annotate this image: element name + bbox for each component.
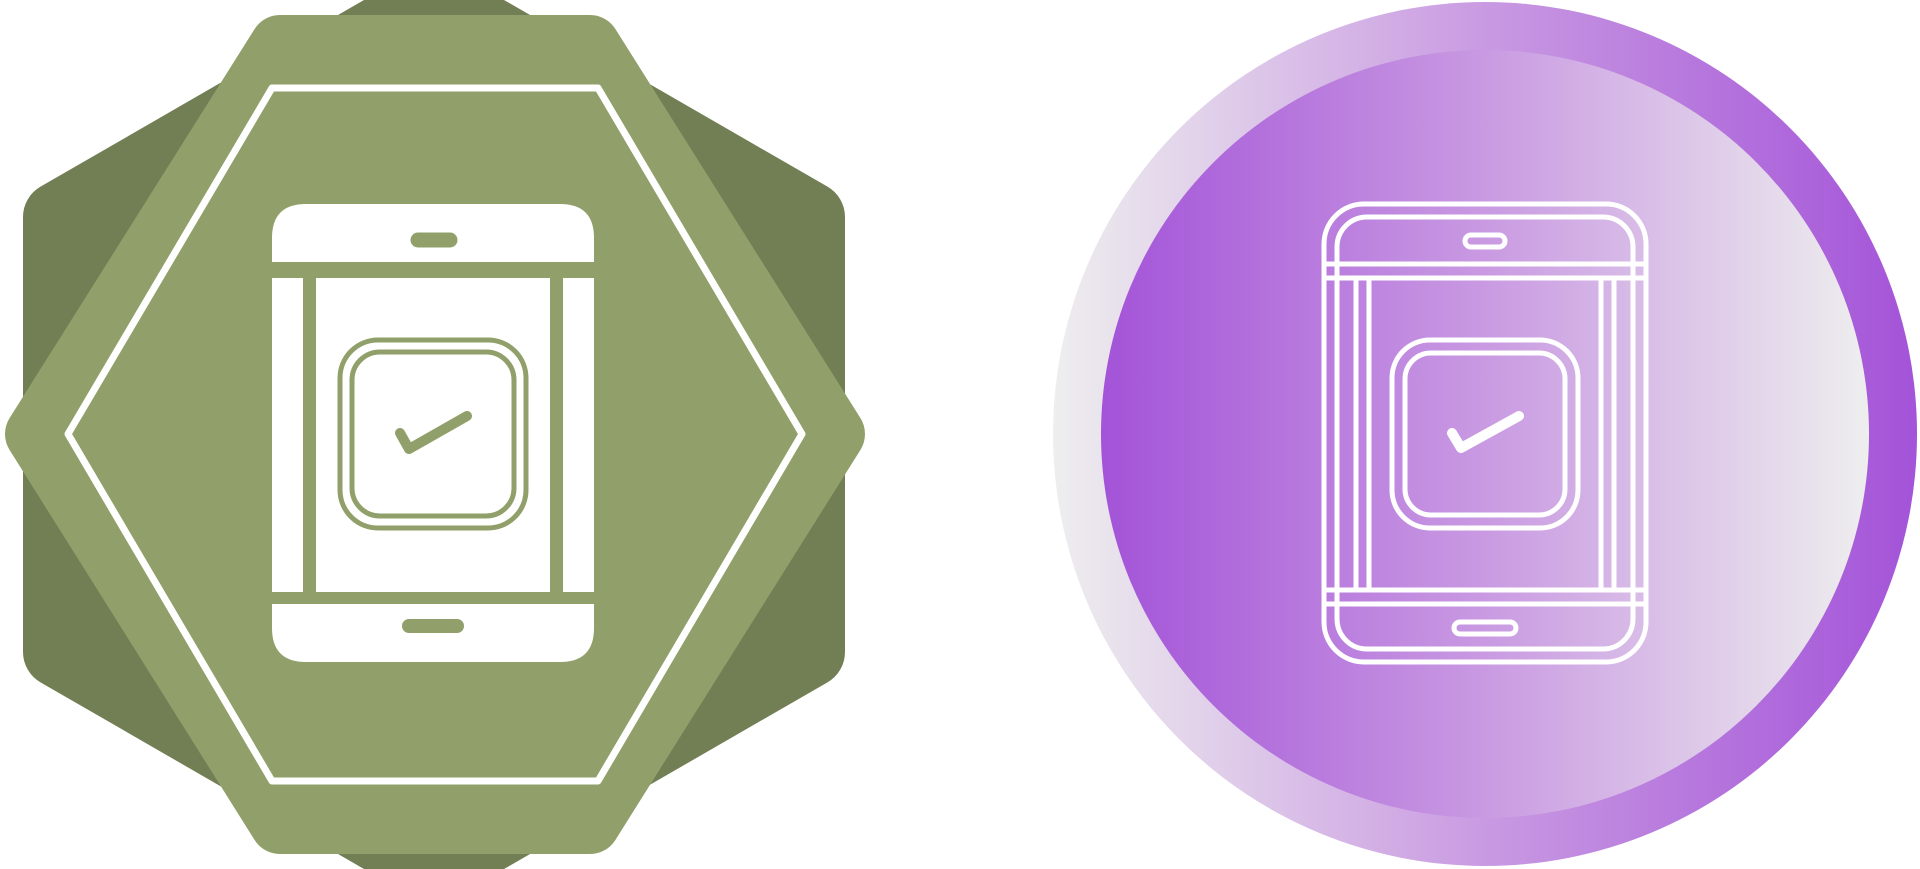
- mobile-checklist-glyph-icon: [5, 0, 865, 869]
- mobile-checklist-glyph-badge: [0, 0, 870, 869]
- mobile-checklist-line-icon: [1053, 2, 1917, 866]
- mobile-checklist-line-badge: [1050, 0, 1920, 869]
